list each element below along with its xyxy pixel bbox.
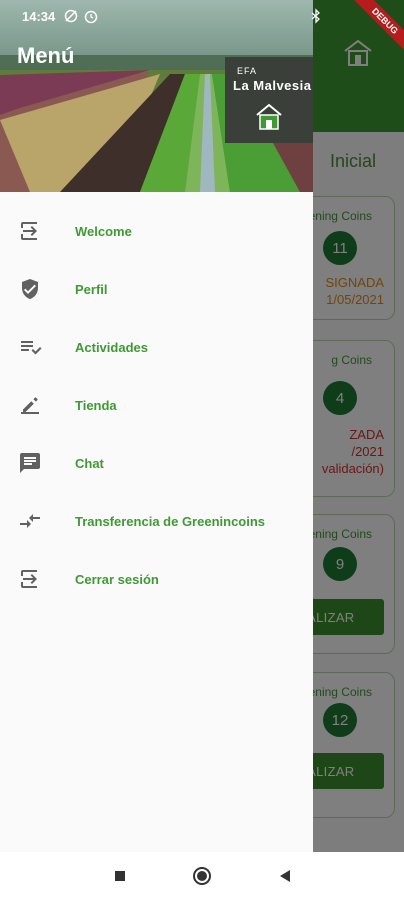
- logo-line1: EFA: [237, 66, 258, 76]
- status-time: 14:34: [22, 9, 56, 24]
- shield-check-icon: [17, 276, 43, 302]
- navigation-drawer: Menú EFA La Malvesia Welcome Perfil Acti…: [0, 0, 313, 852]
- menu-item-transferencia[interactable]: Transferencia de Greenincoins: [0, 492, 313, 550]
- playlist-check-icon: [17, 334, 43, 360]
- alarm-icon: [84, 10, 98, 24]
- menu-item-tienda[interactable]: Tienda: [0, 376, 313, 434]
- menu-item-label: Cerrar sesión: [75, 571, 159, 587]
- menu-item-label: Chat: [75, 455, 104, 471]
- menu-item-label: Tienda: [75, 397, 117, 413]
- school-logo: EFA La Malvesia: [225, 57, 313, 143]
- back-icon[interactable]: [275, 866, 295, 886]
- recents-icon[interactable]: [110, 866, 130, 886]
- edit-pencil-icon: [17, 392, 43, 418]
- logo-house-icon: [256, 103, 282, 130]
- menu-item-welcome[interactable]: Welcome: [0, 202, 313, 260]
- sync-off-icon: [64, 9, 78, 23]
- drawer-menu: Welcome Perfil Actividades Tienda Chat T…: [0, 202, 313, 608]
- system-navigation-bar: [0, 852, 404, 900]
- menu-item-label: Perfil: [75, 281, 108, 297]
- menu-item-label: Actividades: [75, 339, 148, 355]
- bluetooth-icon: [311, 8, 320, 24]
- menu-item-cerrar-sesion[interactable]: Cerrar sesión: [0, 550, 313, 608]
- menu-item-label: Welcome: [75, 223, 132, 239]
- status-bar: 14:34 DEBUG: [0, 0, 404, 58]
- login-icon: [17, 218, 43, 244]
- compare-arrows-icon: [17, 508, 43, 534]
- menu-item-actividades[interactable]: Actividades: [0, 318, 313, 376]
- drawer-title: Menú: [17, 43, 75, 68]
- chat-icon: [17, 450, 43, 476]
- logout-icon: [17, 566, 43, 592]
- menu-item-perfil[interactable]: Perfil: [0, 260, 313, 318]
- logo-line2: La Malvesia: [233, 78, 312, 93]
- menu-item-chat[interactable]: Chat: [0, 434, 313, 492]
- menu-item-label: Transferencia de Greenincoins: [75, 513, 266, 529]
- home-icon[interactable]: [192, 866, 212, 886]
